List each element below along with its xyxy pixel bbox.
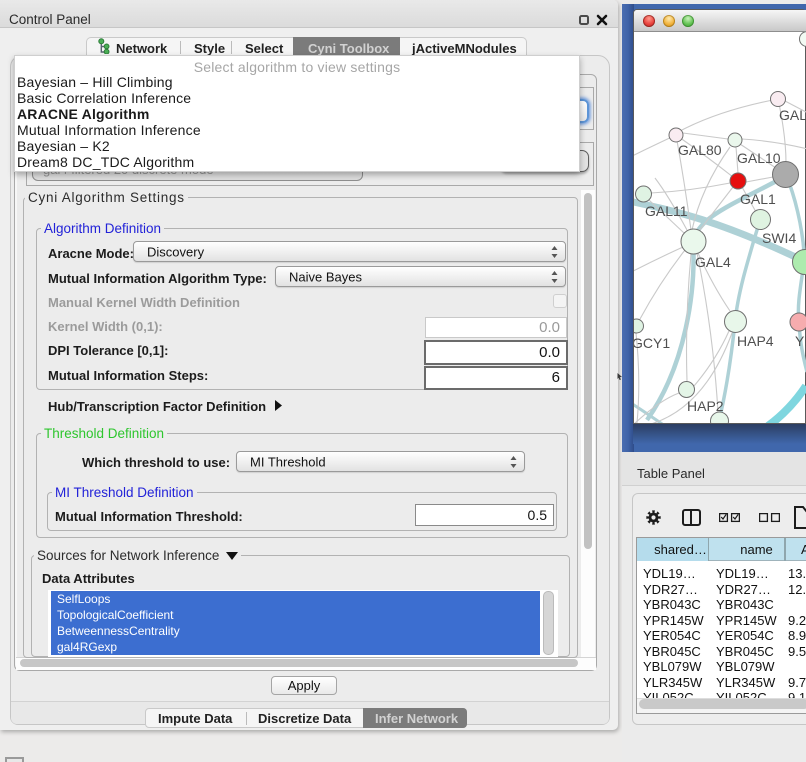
svg-text:GAL4: GAL4 <box>695 254 731 270</box>
svg-text:GAL7: GAL7 <box>779 107 806 123</box>
svg-text:GAL10: GAL10 <box>737 150 781 166</box>
svg-text:HAP2: HAP2 <box>687 398 724 414</box>
svg-text:GAL80: GAL80 <box>678 142 722 158</box>
svg-text:GAL11: GAL11 <box>645 203 688 219</box>
svg-text:SWI4: SWI4 <box>762 230 796 246</box>
svg-text:GCY1: GCY1 <box>634 335 670 351</box>
svg-text:GAL1: GAL1 <box>740 191 776 207</box>
svg-text:YNL: YNL <box>795 333 806 349</box>
svg-text:HAP4: HAP4 <box>737 333 774 349</box>
